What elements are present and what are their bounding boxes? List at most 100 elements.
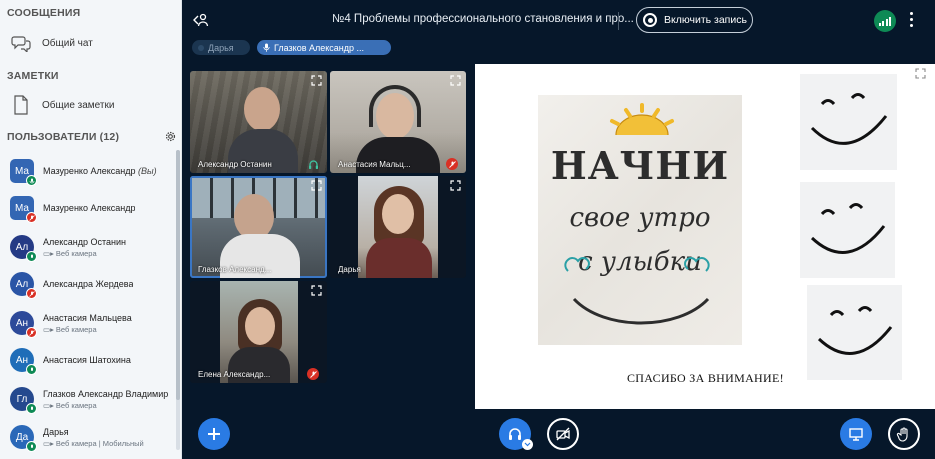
user-item[interactable]: Да Дарья ▭▸ Веб камера | Мобильный: [10, 420, 175, 454]
mic-connected-icon: [26, 175, 37, 186]
avatar: Ал: [10, 272, 37, 299]
talker-name: Дарья: [208, 42, 234, 53]
talker-name: Глазков Александр ...: [274, 42, 365, 53]
users-section-title: ПОЛЬЗОВАТЕЛИ (12): [7, 131, 120, 143]
slide-caption: СПАСИБО ЗА ВНИМАНИЕ!: [627, 371, 784, 385]
user-status: Веб камера: [55, 400, 97, 410]
expand-icon[interactable]: [450, 75, 461, 86]
meeting-title: №4 Проблемы профессионального становлени…: [332, 13, 634, 25]
shared-notes-label: Общие заметки: [42, 99, 115, 111]
more-options-icon[interactable]: [910, 12, 914, 27]
participant-name: Глазков Александ...: [198, 265, 272, 274]
talker-indicator-active: Глазков Александр ...: [257, 40, 391, 55]
poster-text-2: свое утро: [569, 203, 711, 233]
shared-notes-item[interactable]: Общие заметки: [10, 95, 114, 115]
participant-name: Дарья: [338, 265, 361, 274]
conference-app: СООБЩЕНИЯ Общий чат ЗАМЕТКИ Общие заметк…: [0, 0, 935, 459]
avatar: Ма: [10, 159, 37, 186]
headphones-icon: [509, 428, 521, 440]
plus-icon: [208, 428, 220, 440]
mic-icon: [263, 43, 270, 52]
messages-section-title: СООБЩЕНИЯ: [7, 7, 81, 19]
user-item[interactable]: Ма Мазуренко Александр (Вы): [10, 154, 175, 188]
presentation-slide[interactable]: НАЧНИ свое утро с улыбки СПАСИБО ЗА ВНИМ…: [475, 64, 935, 409]
scrollbar-thumb[interactable]: [176, 150, 180, 400]
fullscreen-icon[interactable]: [915, 68, 926, 79]
camera-toggle-button[interactable]: [547, 418, 579, 450]
webcam-icon: ▭▸: [43, 400, 54, 410]
poster-image: НАЧНИ свое утро с улыбки: [538, 95, 742, 345]
user-item[interactable]: Ан Анастасия Мальцева ▭▸ Веб камера: [10, 306, 175, 340]
hand-icon: [896, 427, 908, 442]
gear-icon[interactable]: [165, 131, 176, 142]
poster-text-1: НАЧНИ: [550, 143, 730, 188]
avatar: Ма: [10, 196, 37, 223]
mic-muted-icon: [26, 327, 37, 338]
user-item[interactable]: Ал Александра Жердева: [10, 267, 175, 301]
user-name: Александр Останин: [43, 236, 127, 247]
talker-indicator: Дарья: [192, 40, 250, 55]
expand-icon[interactable]: [311, 180, 322, 191]
user-item[interactable]: Гл Глазков Александр Владимир ▭▸ Веб каме…: [10, 382, 175, 416]
mic-connected-icon: [26, 403, 37, 414]
avatar: Ал: [10, 235, 37, 262]
talker-dot: [198, 44, 204, 51]
user-status: Веб камера: [55, 324, 97, 334]
mic-muted-icon: [26, 288, 37, 299]
actions-button[interactable]: [198, 418, 230, 450]
presentation-toggle-button[interactable]: [840, 418, 872, 450]
divider: [618, 12, 619, 30]
user-name: Анастасия Шатохина: [43, 355, 131, 365]
user-name: Мазуренко Александр: [43, 166, 136, 176]
avatar: Ан: [10, 311, 37, 338]
headphones-icon: [309, 160, 318, 169]
webcam-icon: ▭▸: [43, 438, 54, 448]
sidebar: СООБЩЕНИЯ Общий чат ЗАМЕТКИ Общие заметк…: [0, 0, 182, 459]
expand-icon[interactable]: [311, 75, 322, 86]
presentation-icon: [849, 428, 863, 441]
video-tile[interactable]: Анастасия Мальц...: [330, 71, 466, 173]
mic-muted-icon: [446, 158, 458, 170]
record-icon: [643, 13, 657, 27]
video-tile[interactable]: Александр Останин: [190, 71, 327, 173]
notes-icon: [10, 95, 32, 115]
mic-connected-icon: [26, 441, 37, 452]
top-bar: №4 Проблемы профессионального становлени…: [182, 0, 935, 40]
camera-off-icon: [556, 427, 570, 441]
expand-icon[interactable]: [450, 180, 461, 191]
video-tile[interactable]: Елена Александр...: [190, 281, 327, 383]
avatar: Ан: [10, 348, 37, 375]
user-name: Глазков Александр Владимир: [43, 388, 169, 399]
smiley-image: [800, 182, 895, 278]
record-label: Включить запись: [664, 14, 747, 26]
poster-decoration: [564, 257, 710, 325]
avatar: Да: [10, 425, 37, 452]
users-toggle-icon[interactable]: [193, 12, 209, 28]
video-tile-selected[interactable]: Глазков Александ...: [190, 176, 327, 278]
webcam-icon: ▭▸: [43, 248, 54, 258]
smiley-image: [807, 285, 902, 380]
raise-hand-button[interactable]: [888, 418, 920, 450]
user-status: Веб камера | Мобильный: [55, 438, 144, 448]
user-item[interactable]: Ма Мазуренко Александр: [10, 191, 175, 225]
mic-muted-icon: [26, 212, 37, 223]
expand-icon[interactable]: [311, 285, 322, 296]
video-tile[interactable]: Дарья: [330, 176, 466, 278]
chevron-down-icon[interactable]: [522, 439, 533, 450]
participant-name: Елена Александр...: [198, 370, 271, 379]
record-button[interactable]: Включить запись: [636, 7, 753, 33]
user-item[interactable]: Ан Анастасия Шатохина: [10, 343, 175, 377]
avatar: Гл: [10, 387, 37, 414]
participant-name: Анастасия Мальц...: [338, 160, 411, 169]
webcam-icon: ▭▸: [43, 324, 54, 334]
mic-connected-icon: [26, 251, 37, 262]
notes-section-title: ЗАМЕТКИ: [7, 70, 59, 82]
user-item[interactable]: Ал Александр Останин ▭▸ Веб камера: [10, 230, 175, 264]
user-name: Анастасия Мальцева: [43, 312, 132, 323]
user-name: Александра Жердева: [43, 279, 134, 289]
mic-muted-icon: [307, 368, 319, 380]
public-chat-label: Общий чат: [42, 37, 93, 49]
public-chat-item[interactable]: Общий чат: [10, 33, 93, 53]
user-name: Мазуренко Александр: [43, 203, 136, 213]
connection-status-icon[interactable]: [874, 10, 896, 32]
